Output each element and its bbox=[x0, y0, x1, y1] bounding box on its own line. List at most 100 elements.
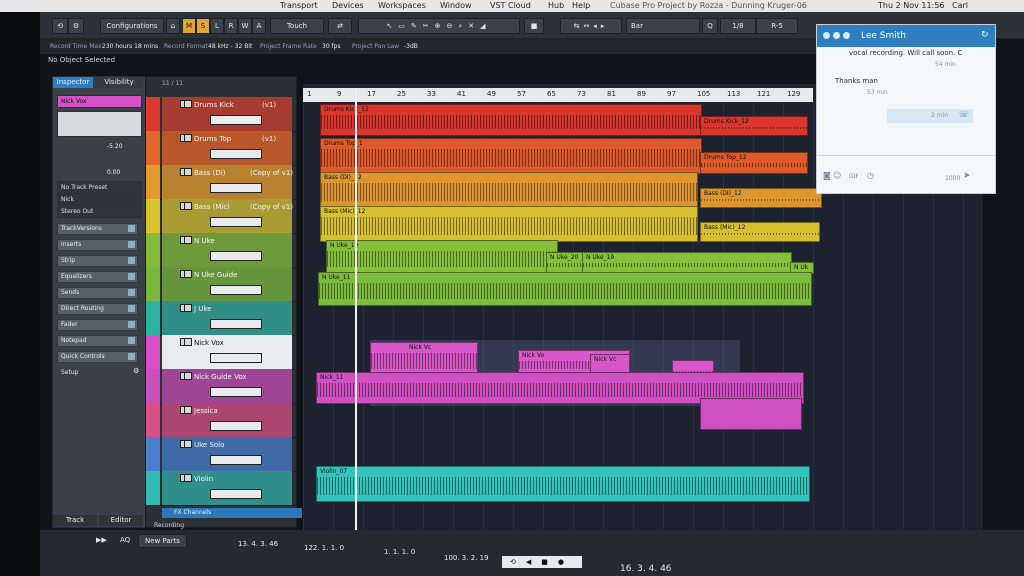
timeline-ruler[interactable]: 1 9 17 25 33 41 49 57 65 73 81 89 97 105… bbox=[303, 88, 813, 102]
section-trackversions[interactable]: TrackVersions bbox=[57, 223, 138, 235]
menu-window[interactable]: Window bbox=[440, 1, 472, 10]
section-quick-controls[interactable]: Quick Controls bbox=[57, 351, 138, 363]
solo-button[interactable] bbox=[184, 440, 192, 448]
r-button[interactable]: R bbox=[224, 18, 238, 34]
fx-channels-folder[interactable]: FX Channels bbox=[162, 508, 302, 518]
track-controls[interactable] bbox=[210, 421, 262, 431]
track-controls[interactable] bbox=[210, 387, 262, 397]
editor-tab[interactable]: Editor bbox=[99, 515, 143, 526]
menu-workspaces[interactable]: Workspaces bbox=[378, 1, 426, 10]
audio-clip[interactable]: N Uke_19 bbox=[326, 240, 558, 274]
track-row[interactable]: J Uke bbox=[146, 301, 296, 336]
window-dot-icon[interactable] bbox=[823, 32, 830, 39]
cycle-button[interactable]: ▶▶ bbox=[96, 536, 107, 544]
settings-button[interactable]: ⚙ bbox=[68, 18, 84, 34]
track-row[interactable]: Nick Guide Vox bbox=[146, 369, 296, 404]
window-dot-icon[interactable] bbox=[833, 32, 840, 39]
record-mode-dropdown[interactable]: New Parts bbox=[138, 534, 187, 548]
solo-button[interactable] bbox=[184, 474, 192, 482]
menubar-user[interactable]: Carl bbox=[952, 1, 968, 10]
solo-button[interactable] bbox=[184, 270, 192, 278]
menu-hub[interactable]: Hub bbox=[548, 1, 564, 10]
track-row[interactable]: Violin bbox=[146, 471, 296, 506]
solo-button[interactable] bbox=[184, 168, 192, 176]
solo-button[interactable] bbox=[184, 406, 192, 414]
send-icon[interactable]: ➤ bbox=[963, 171, 971, 181]
audio-clip[interactable]: Drums Top_1 bbox=[320, 138, 702, 174]
configurations-dropdown[interactable]: Configurations bbox=[100, 18, 164, 34]
audio-clip[interactable]: N Uke_20 bbox=[546, 252, 584, 274]
solo-button[interactable] bbox=[184, 202, 192, 210]
window-dot-icon[interactable] bbox=[843, 32, 850, 39]
audio-clip[interactable]: Bass (Mic)_12 bbox=[700, 222, 820, 242]
track-controls[interactable] bbox=[210, 353, 262, 363]
setup-label[interactable]: Setup bbox=[61, 369, 78, 376]
automation-mode-dropdown[interactable]: Touch bbox=[270, 18, 324, 34]
visibility-tab[interactable]: Visibility bbox=[95, 77, 143, 88]
quantize-preset-dropdown[interactable]: 1/8 bbox=[720, 18, 756, 34]
audio-clip[interactable]: Drums Kick_12 bbox=[320, 104, 702, 136]
track-row[interactable]: Bass (DI) (Copy of v1) bbox=[146, 165, 296, 200]
track-row[interactable]: Bass (Mic) (Copy of v1) bbox=[146, 199, 296, 234]
audio-clip[interactable]: N Uke_19 bbox=[582, 252, 792, 274]
section-inserts[interactable]: Inserts bbox=[57, 239, 138, 251]
track-controls[interactable] bbox=[210, 251, 262, 261]
inspector-track-name[interactable]: Nick Vox bbox=[57, 95, 142, 108]
m-button[interactable]: M bbox=[182, 18, 196, 34]
audio-clip[interactable]: Violin_07 bbox=[316, 466, 810, 502]
right-locator[interactable]: 122. 1. 1. 0 bbox=[304, 544, 344, 552]
track-controls[interactable] bbox=[210, 319, 262, 329]
menu-help[interactable]: Help bbox=[572, 1, 590, 10]
project-cursor[interactable] bbox=[355, 88, 357, 533]
track-controls[interactable] bbox=[210, 489, 262, 499]
quantize-suffix[interactable]: R-5 bbox=[756, 18, 798, 34]
home-icon[interactable]: ⌂ bbox=[166, 18, 180, 34]
section-strip[interactable]: Strip bbox=[57, 255, 138, 267]
solo-button[interactable] bbox=[184, 304, 192, 312]
track-row[interactable]: N Uke Guide bbox=[146, 267, 296, 302]
refresh-icon[interactable]: ↻ bbox=[981, 30, 989, 40]
solo-button[interactable] bbox=[184, 100, 192, 108]
color-button[interactable]: ■ bbox=[524, 18, 544, 34]
track-row-selected[interactable]: Nick Vox bbox=[146, 335, 296, 370]
s-button[interactable]: S bbox=[196, 18, 210, 34]
section-fader[interactable]: Fader bbox=[57, 319, 138, 331]
track-controls[interactable] bbox=[210, 285, 262, 295]
track-controls[interactable] bbox=[210, 149, 262, 159]
emoji-icon[interactable]: ☺ bbox=[833, 171, 841, 180]
audio-clip[interactable]: Drums Top_12 bbox=[700, 152, 808, 174]
menu-vst-cloud[interactable]: VST Cloud bbox=[490, 1, 531, 10]
solo-button[interactable] bbox=[184, 338, 192, 346]
section-direct-routing[interactable]: Direct Routing bbox=[57, 303, 138, 315]
audio-clip[interactable] bbox=[700, 398, 802, 430]
track-tab[interactable]: Track bbox=[53, 515, 97, 526]
audio-clip[interactable]: Bass (DI)_12 bbox=[320, 172, 698, 208]
track-row[interactable]: Drums Top (v1) bbox=[146, 131, 296, 166]
track-controls[interactable] bbox=[210, 183, 262, 193]
w-button[interactable]: W bbox=[238, 18, 252, 34]
track-controls[interactable] bbox=[210, 217, 262, 227]
setup-gear-icon[interactable]: ⚙ bbox=[133, 367, 139, 375]
transport-buttons[interactable]: ⟲◀■● bbox=[502, 556, 582, 568]
output-routing-field[interactable]: Stereo Out bbox=[57, 205, 142, 218]
audio-clip[interactable]: Bass (Mic)_12 bbox=[320, 206, 698, 242]
inspector-tab[interactable]: Inspector bbox=[53, 77, 93, 88]
a-button[interactable]: A bbox=[252, 18, 266, 34]
track-row[interactable]: Uke Solo bbox=[146, 437, 296, 472]
audio-clip[interactable]: N Uke_11 bbox=[318, 272, 812, 306]
solo-button[interactable] bbox=[184, 236, 192, 244]
solo-button[interactable] bbox=[184, 134, 192, 142]
undo-button[interactable]: ⟲ bbox=[52, 18, 68, 34]
section-equalizers[interactable]: Equalizers bbox=[57, 271, 138, 283]
track-controls[interactable] bbox=[210, 455, 262, 465]
clock-icon[interactable]: ◷ bbox=[867, 171, 874, 180]
track-controls[interactable] bbox=[210, 115, 262, 125]
auto-quantize[interactable]: AQ bbox=[120, 536, 130, 544]
inspector-track-buttons[interactable] bbox=[57, 111, 142, 137]
track-row[interactable]: Drums Kick (v1) bbox=[146, 97, 296, 132]
track-row[interactable]: N Uke bbox=[146, 233, 296, 268]
menu-transport[interactable]: Transport bbox=[280, 1, 318, 10]
section-sends[interactable]: Sends bbox=[57, 287, 138, 299]
audio-clip[interactable]: Nick Vc bbox=[370, 342, 478, 376]
editing-mode-button[interactable]: ⇄ bbox=[328, 18, 352, 34]
